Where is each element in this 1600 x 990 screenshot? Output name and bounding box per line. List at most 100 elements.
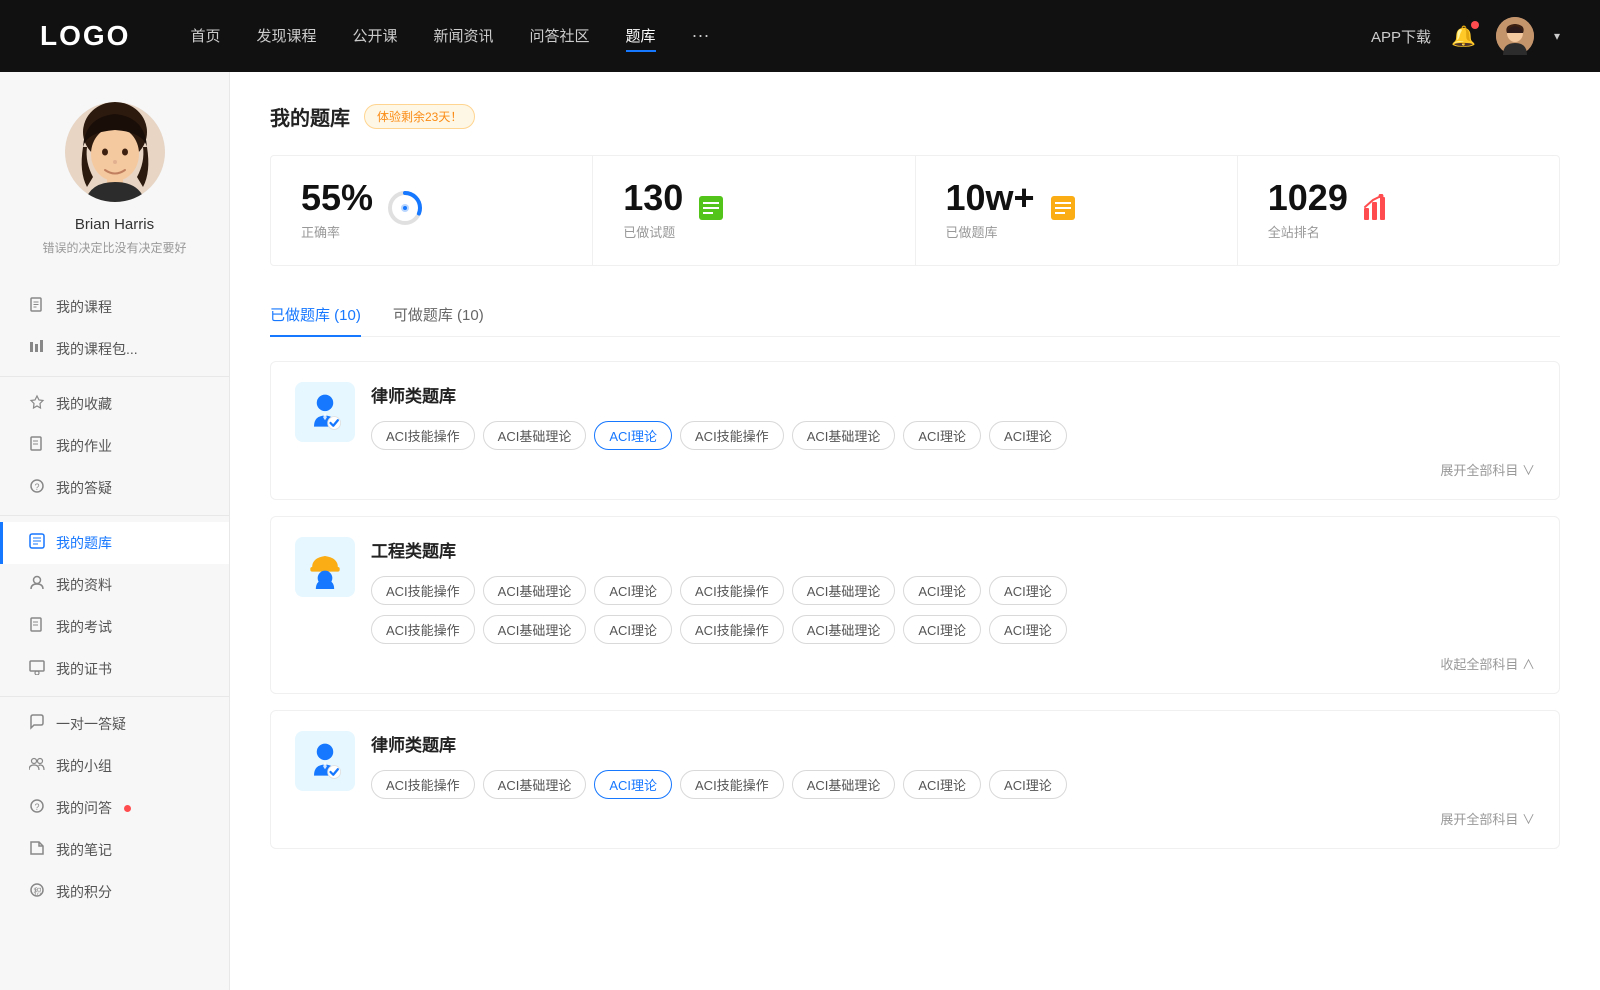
sidebar-item-my-profile[interactable]: 我的资料 <box>0 564 229 606</box>
eng-tag-6[interactable]: ACI理论 <box>903 576 981 605</box>
sidebar-item-my-course[interactable]: 我的课程 <box>0 286 229 328</box>
l2-tag-1[interactable]: ACI技能操作 <box>371 770 475 799</box>
nav-link-qa[interactable]: 问答社区 <box>530 21 590 52</box>
lawyer-icon <box>295 382 355 442</box>
sidebar-item-my-exam[interactable]: 我的考试 <box>0 606 229 648</box>
expand-lawyer-2[interactable]: 展开全部科目 ∨ <box>371 809 1535 828</box>
svg-text:?: ? <box>35 482 40 492</box>
sidebar-label-one-on-one: 一对一答疑 <box>56 714 126 734</box>
sidebar-item-my-group[interactable]: 我的小组 <box>0 745 229 787</box>
stat-done-banks: 10w+ 已做题库 <box>916 156 1238 265</box>
nav-link-discover[interactable]: 发现课程 <box>256 21 316 52</box>
stat-text-4: 1029 全站排名 <box>1268 180 1348 241</box>
l2-tag-6[interactable]: ACI理论 <box>903 770 981 799</box>
qbank-menu-icon <box>28 533 46 553</box>
stat-site-rank: 1029 全站排名 <box>1238 156 1559 265</box>
stat-done-questions: 130 已做试题 <box>593 156 915 265</box>
tag-4[interactable]: ACI技能操作 <box>680 421 784 450</box>
eng-tag-8[interactable]: ACI技能操作 <box>371 615 475 644</box>
exam-icon <box>28 617 46 637</box>
tag-1[interactable]: ACI技能操作 <box>371 421 475 450</box>
sidebar-item-one-on-one[interactable]: 一对一答疑 <box>0 703 229 745</box>
eng-tag-1[interactable]: ACI技能操作 <box>371 576 475 605</box>
eng-tag-11[interactable]: ACI技能操作 <box>680 615 784 644</box>
eng-tag-2[interactable]: ACI基础理论 <box>483 576 587 605</box>
sidebar-label-my-favorites: 我的收藏 <box>56 394 112 414</box>
nav-link-open[interactable]: 公开课 <box>352 21 397 52</box>
qbank-tags-lawyer-2: ACI技能操作 ACI基础理论 ACI理论 ACI技能操作 ACI基础理论 AC… <box>371 770 1535 799</box>
sidebar-label-my-course: 我的课程 <box>56 297 112 317</box>
eng-tag-10[interactable]: ACI理论 <box>594 615 672 644</box>
stat-text-3: 10w+ 已做题库 <box>946 180 1035 241</box>
tab-todo-banks[interactable]: 可做题库 (10) <box>393 294 484 337</box>
eng-tag-9[interactable]: ACI基础理论 <box>483 615 587 644</box>
sidebar-item-my-qa[interactable]: ? 我的答疑 <box>0 467 229 509</box>
questions-badge <box>124 805 131 812</box>
profile-icon <box>28 575 46 595</box>
tag-5[interactable]: ACI基础理论 <box>792 421 896 450</box>
collapse-engineer[interactable]: 收起全部科目 ∧ <box>371 654 1535 673</box>
tabs-row: 已做题库 (10) 可做题库 (10) <box>270 294 1560 337</box>
stats-row: 55% 正确率 130 已做试题 <box>270 155 1560 266</box>
questions-icon: ? <box>28 798 46 818</box>
sidebar-item-my-course-pkg[interactable]: 我的课程包... <box>0 328 229 370</box>
qbank-title-engineer: 工程类题库 <box>371 537 1535 562</box>
sidebar-label-my-questions: 我的问答 <box>56 798 112 818</box>
stat-label-banks: 已做题库 <box>946 222 1035 241</box>
stat-label-rate: 正确率 <box>301 222 373 241</box>
stat-text: 55% 正确率 <box>301 180 373 241</box>
avatar[interactable] <box>1496 17 1534 55</box>
nav-link-qbank[interactable]: 题库 <box>626 21 656 52</box>
nav-chevron-icon[interactable]: ▾ <box>1554 29 1560 43</box>
eng-tag-12[interactable]: ACI基础理论 <box>792 615 896 644</box>
cert-icon <box>28 659 46 679</box>
sidebar-item-my-notes[interactable]: 我的笔记 <box>0 829 229 871</box>
sidebar-label-my-group: 我的小组 <box>56 756 112 776</box>
qbank-card-lawyer-1: 律师类题库 ACI技能操作 ACI基础理论 ACI理论 ACI技能操作 ACI基… <box>270 361 1560 500</box>
tag-2[interactable]: ACI基础理论 <box>483 421 587 450</box>
l2-tag-4[interactable]: ACI技能操作 <box>680 770 784 799</box>
sidebar-item-my-homework[interactable]: 我的作业 <box>0 425 229 467</box>
done-questions-icon <box>697 194 725 227</box>
sidebar-item-my-questions[interactable]: ? 我的问答 <box>0 787 229 829</box>
qbank-card-body: 律师类题库 ACI技能操作 ACI基础理论 ACI理论 ACI技能操作 ACI基… <box>371 382 1535 479</box>
profile-name: Brian Harris <box>75 216 154 233</box>
eng-tag-13[interactable]: ACI理论 <box>903 615 981 644</box>
l2-tag-3[interactable]: ACI理论 <box>594 770 672 799</box>
eng-tag-3[interactable]: ACI理论 <box>594 576 672 605</box>
l2-tag-7[interactable]: ACI理论 <box>989 770 1067 799</box>
menu-divider-2 <box>0 515 229 516</box>
sidebar-item-my-qbank[interactable]: 我的题库 <box>0 522 229 564</box>
nav-link-more[interactable]: ··· <box>692 21 710 52</box>
qbank-card-engineer: 工程类题库 ACI技能操作 ACI基础理论 ACI理论 ACI技能操作 ACI基… <box>270 516 1560 694</box>
nav-link-home[interactable]: 首页 <box>190 21 220 52</box>
done-banks-icon <box>1049 194 1077 227</box>
notes-icon <box>28 840 46 860</box>
eng-tag-7[interactable]: ACI理论 <box>989 576 1067 605</box>
sidebar-menu: 我的课程 我的课程包... 我的收藏 我的作业 <box>0 286 229 913</box>
l2-tag-5[interactable]: ACI基础理论 <box>792 770 896 799</box>
profile-avatar <box>65 102 165 202</box>
sidebar-item-my-favorites[interactable]: 我的收藏 <box>0 383 229 425</box>
tab-done-banks[interactable]: 已做题库 (10) <box>270 294 361 337</box>
sidebar-item-my-cert[interactable]: 我的证书 <box>0 648 229 690</box>
sidebar-label-my-cert: 我的证书 <box>56 659 112 679</box>
nav-link-news[interactable]: 新闻资讯 <box>434 21 494 52</box>
sidebar-label-my-course-pkg: 我的课程包... <box>56 339 138 359</box>
notification-bell[interactable]: 🔔 <box>1451 24 1476 49</box>
eng-tag-5[interactable]: ACI基础理论 <box>792 576 896 605</box>
svg-text:积: 积 <box>34 886 42 896</box>
eng-tag-14[interactable]: ACI理论 <box>989 615 1067 644</box>
qbank-tags-engineer-2: ACI技能操作 ACI基础理论 ACI理论 ACI技能操作 ACI基础理论 AC… <box>371 615 1535 644</box>
qbank-title-lawyer-1: 律师类题库 <box>371 382 1535 407</box>
group-icon <box>28 756 46 776</box>
stat-text-2: 130 已做试题 <box>623 180 683 241</box>
tag-6[interactable]: ACI理论 <box>903 421 981 450</box>
app-download-button[interactable]: APP下载 <box>1371 26 1431 47</box>
eng-tag-4[interactable]: ACI技能操作 <box>680 576 784 605</box>
tag-7[interactable]: ACI理论 <box>989 421 1067 450</box>
sidebar-item-my-points[interactable]: 积 我的积分 <box>0 871 229 913</box>
expand-lawyer-1[interactable]: 展开全部科目 ∨ <box>371 460 1535 479</box>
tag-3[interactable]: ACI理论 <box>594 421 672 450</box>
l2-tag-2[interactable]: ACI基础理论 <box>483 770 587 799</box>
